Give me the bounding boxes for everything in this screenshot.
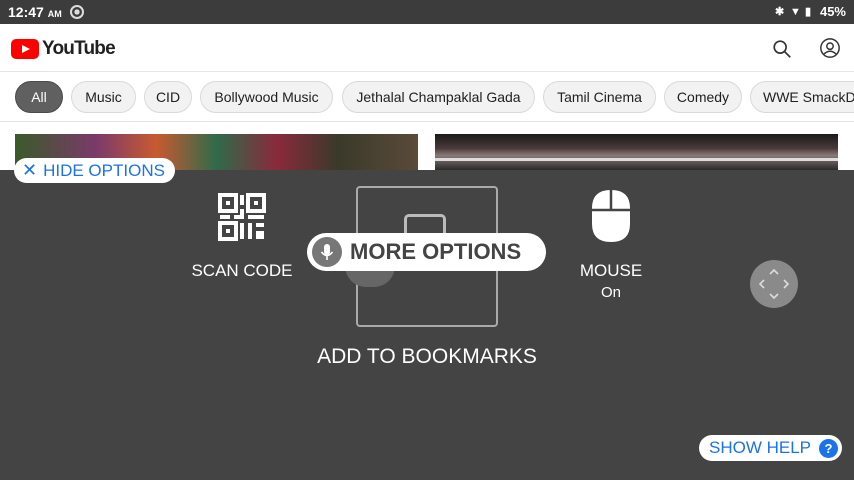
youtube-header: YouTube bbox=[0, 24, 854, 72]
mouse-icon[interactable] bbox=[590, 188, 632, 244]
chip-bollywood-music[interactable]: Bollywood Music bbox=[200, 81, 333, 113]
search-icon[interactable] bbox=[771, 38, 793, 60]
bluetooth-icon: ✱ bbox=[774, 5, 785, 18]
notification-icon bbox=[70, 5, 84, 19]
status-ampm: AM bbox=[47, 9, 62, 19]
wifi-icon: ▼ bbox=[789, 5, 801, 18]
chip-all[interactable]: All bbox=[15, 81, 63, 113]
status-right: ✱ ▼ ▮ 45% bbox=[775, 4, 846, 19]
youtube-play-icon bbox=[11, 39, 39, 59]
status-time: 12:47 AM bbox=[8, 4, 62, 20]
qr-code-icon[interactable] bbox=[218, 193, 266, 241]
battery-icon: ▮ bbox=[804, 5, 812, 18]
chip-tamil-cinema[interactable]: Tamil Cinema bbox=[543, 81, 656, 113]
chip-music[interactable]: Music bbox=[71, 81, 136, 113]
microphone-icon bbox=[312, 237, 342, 267]
youtube-logo[interactable]: YouTube bbox=[11, 38, 116, 60]
battery-level: 45% bbox=[819, 4, 846, 19]
account-icon[interactable] bbox=[819, 37, 841, 59]
scan-code-label[interactable]: SCAN CODE bbox=[182, 261, 302, 281]
chip-jethalal[interactable]: Jethalal Champaklal Gada bbox=[342, 81, 535, 113]
add-to-bookmarks-label[interactable]: ADD TO BOOKMARKS bbox=[287, 345, 567, 369]
video-thumbnail[interactable] bbox=[435, 134, 838, 170]
show-help-button[interactable]: SHOW HELP ? bbox=[699, 435, 843, 461]
youtube-logo-text: YouTube bbox=[42, 38, 116, 59]
chip-cid[interactable]: CID bbox=[144, 81, 192, 113]
mouse-state: On bbox=[600, 284, 621, 301]
more-options-label: MORE OPTIONS bbox=[350, 239, 522, 264]
category-chips: All Music CID Bollywood Music Jethalal C… bbox=[0, 72, 854, 122]
status-bar: 12:47 AM ✱ ▼ ▮ 45% bbox=[0, 0, 854, 24]
close-icon: ✕ bbox=[22, 160, 38, 180]
navigation-pad[interactable] bbox=[750, 260, 798, 308]
more-options-button[interactable]: MORE OPTIONS bbox=[307, 233, 546, 271]
chip-comedy[interactable]: Comedy bbox=[664, 81, 742, 113]
chip-wwe-smackdown[interactable]: WWE SmackDown bbox=[750, 81, 854, 113]
hide-options-button[interactable]: ✕ HIDE OPTIONS bbox=[14, 158, 175, 183]
direction-arrows-icon bbox=[758, 268, 790, 300]
show-help-label: SHOW HELP bbox=[709, 438, 812, 457]
hide-options-label: HIDE OPTIONS bbox=[43, 161, 165, 180]
help-icon: ? bbox=[819, 438, 839, 458]
mouse-label[interactable]: MOUSE bbox=[561, 261, 661, 281]
